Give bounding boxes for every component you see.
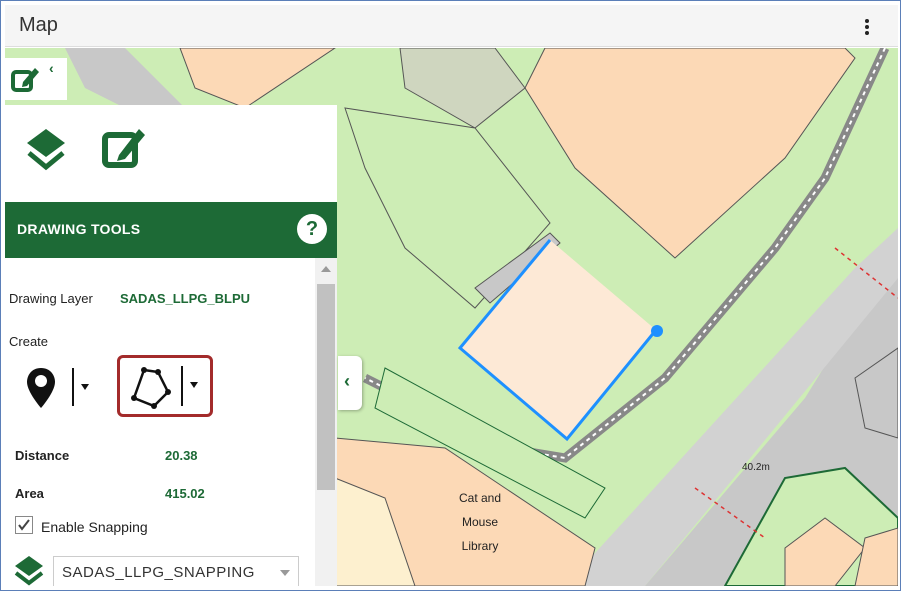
polygon-tool-button[interactable]: [117, 355, 213, 417]
enable-snapping-label: Enable Snapping: [41, 519, 148, 535]
scroll-thumb[interactable]: [317, 284, 335, 490]
window-titlebar: Map: [5, 5, 898, 47]
distance-value: 20.38: [165, 448, 198, 463]
panel-icon-bar: [5, 105, 337, 202]
drawing-vertex-handle[interactable]: [651, 325, 663, 337]
edit-toggle-button[interactable]: ‹: [5, 58, 67, 100]
map-height-label: 40.2m: [742, 462, 770, 473]
layers-icon: [14, 556, 44, 586]
panel-body: Drawing Layer SADAS_LLPG_BLPU Create Dis…: [5, 258, 337, 586]
edit-icon[interactable]: [101, 125, 149, 171]
map-label-line: Library: [461, 539, 499, 553]
chevron-left-icon: ‹: [49, 60, 54, 76]
panel-title: DRAWING TOOLS: [17, 221, 141, 237]
snapping-layer-value: SADAS_LLPG_SNAPPING: [62, 564, 255, 581]
chevron-left-icon: ‹: [344, 371, 350, 391]
scroll-up-arrow-icon[interactable]: [321, 266, 331, 272]
map-label-line: Cat and: [458, 491, 502, 505]
help-icon[interactable]: ?: [297, 214, 327, 244]
create-label: Create: [9, 334, 49, 349]
point-tool-button[interactable]: [25, 364, 95, 414]
drawing-tools-panel: DRAWING TOOLS ? Drawing Layer SADAS_LLPG…: [5, 105, 337, 586]
checkmark-icon: [18, 519, 30, 531]
distance-label: Distance: [15, 448, 70, 463]
drawing-layer-value: SADAS_LLPG_BLPU: [120, 291, 251, 306]
enable-snapping-checkbox[interactable]: [15, 516, 33, 534]
polygon-icon: [131, 366, 198, 409]
collapse-panel-button[interactable]: ‹: [338, 356, 362, 410]
kebab-menu-icon[interactable]: [864, 19, 870, 37]
map-building-label: Cat and Mouse Library: [450, 486, 510, 558]
layers-icon[interactable]: [25, 127, 67, 173]
edit-icon: [11, 68, 39, 92]
area-value: 415.02: [165, 486, 205, 501]
snapping-layer-select[interactable]: SADAS_LLPG_SNAPPING: [53, 556, 299, 586]
point-marker-icon: [27, 368, 89, 408]
panel-scrollbar[interactable]: [315, 258, 337, 586]
window-title: Map: [19, 14, 58, 36]
drawing-layer-label: Drawing Layer: [9, 291, 93, 306]
map-label-line: Mouse: [461, 515, 499, 529]
map-window: Map Cat and Mouse Library 40.2m ‹ DRAWIN…: [0, 0, 901, 591]
chevron-down-icon: [280, 570, 290, 576]
area-label: Area: [15, 486, 44, 501]
panel-header: DRAWING TOOLS ?: [5, 202, 337, 258]
